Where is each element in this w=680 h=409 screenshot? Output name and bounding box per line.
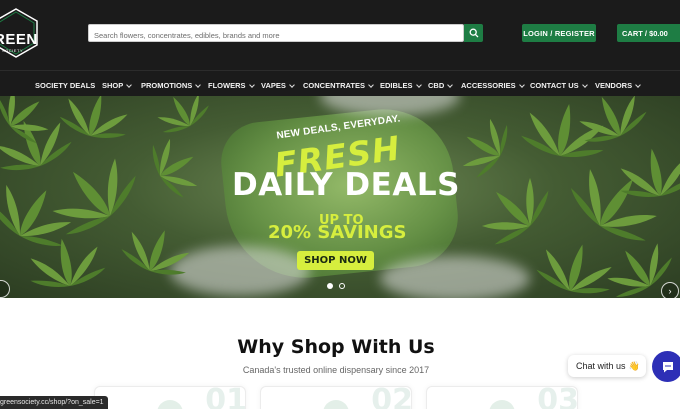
chevron-down-icon: [289, 81, 295, 88]
nav-item-flowers[interactable]: FLOWERS: [208, 81, 255, 90]
chevron-down-icon: [581, 81, 588, 88]
nav-item-edibles[interactable]: EDIBLES: [380, 81, 422, 90]
feature-card: 03: [426, 386, 578, 409]
nav-label: EDIBLES: [380, 81, 413, 90]
card-number: 02: [371, 386, 412, 409]
nav-item-society-deals[interactable]: SOCIETY DEALS: [35, 81, 95, 90]
nav-label: ACCESSORIES: [461, 81, 516, 90]
feature-card: 02: [260, 386, 412, 409]
feature-icon: [323, 400, 349, 409]
cart-button[interactable]: CART / $0.00: [617, 24, 680, 42]
nav-label: PROMOTIONS: [141, 81, 193, 90]
chevron-down-icon: [195, 81, 202, 88]
chat-prompt[interactable]: Chat with us 👋: [568, 355, 646, 377]
hero-headline: DAILY DEALS: [232, 167, 460, 203]
nav-label: CONTACT US: [530, 81, 579, 90]
search-button[interactable]: [464, 24, 483, 42]
nav-label: CBD: [428, 81, 445, 90]
nav-item-concentrates[interactable]: CONCENTRATES: [303, 81, 374, 90]
shop-now-button[interactable]: SHOP NOW: [297, 251, 374, 270]
carousel-dot[interactable]: [339, 283, 345, 289]
nav-item-contact-us[interactable]: CONTACT US: [530, 81, 588, 90]
nav-label: CONCENTRATES: [303, 81, 365, 90]
nav-item-cbd[interactable]: CBD: [428, 81, 454, 90]
logo-text: REEN: [0, 31, 38, 48]
logo-subtext: SOCIETY: [2, 48, 24, 53]
chevron-down-icon: [126, 81, 133, 88]
card-number: 03: [537, 386, 578, 409]
nav-label: FLOWERS: [208, 81, 246, 90]
nav-item-promotions[interactable]: PROMOTIONS: [141, 81, 202, 90]
search-bar: [88, 24, 464, 44]
carousel-next-button[interactable]: ›: [661, 282, 679, 298]
chevron-down-icon: [518, 81, 525, 88]
nav-label: SHOP: [102, 81, 124, 90]
chevron-right-icon: ›: [668, 286, 672, 296]
nav-label: VAPES: [261, 81, 286, 90]
nav-label: SOCIETY DEALS: [35, 81, 96, 90]
chat-bubble-icon: [662, 361, 673, 372]
search-icon: [469, 28, 478, 38]
nav-item-accessories[interactable]: ACCESSORIES: [461, 81, 525, 90]
chevron-down-icon: [368, 81, 374, 88]
feature-card: 01: [94, 386, 246, 409]
chat-button[interactable]: [652, 351, 680, 382]
login-register-button[interactable]: LOGIN / REGISTER: [522, 24, 596, 42]
chat-label: Chat with us: [576, 361, 626, 371]
card-number: 01: [205, 386, 246, 409]
site-header: REEN SOCIETY LOGIN / REGISTER CART / $0.…: [0, 0, 680, 70]
search-input[interactable]: [89, 27, 463, 44]
chevron-down-icon: [415, 81, 422, 88]
nav-item-vapes[interactable]: VAPES: [261, 81, 295, 90]
feature-icon: [489, 400, 515, 409]
chevron-down-icon: [447, 81, 454, 88]
green-society-logo[interactable]: REEN SOCIETY: [0, 8, 38, 58]
hero-savings: 20% SAVINGS: [268, 222, 407, 243]
wave-icon: 👋: [628, 360, 640, 371]
nav-label: VENDORS: [595, 81, 633, 90]
nav-item-shop[interactable]: SHOP: [102, 81, 133, 90]
nav-item-vendors[interactable]: VENDORS: [595, 81, 641, 90]
carousel-dot-active[interactable]: [327, 283, 333, 289]
feature-icon: [157, 400, 183, 409]
main-nav: SOCIETY DEALS SHOP PROMOTIONS FLOWERS VA…: [0, 70, 680, 96]
link-status-bar: greensociety.cc/shop/?on_sale=1: [0, 396, 108, 409]
chevron-down-icon: [248, 81, 255, 88]
chevron-down-icon: [635, 81, 641, 88]
